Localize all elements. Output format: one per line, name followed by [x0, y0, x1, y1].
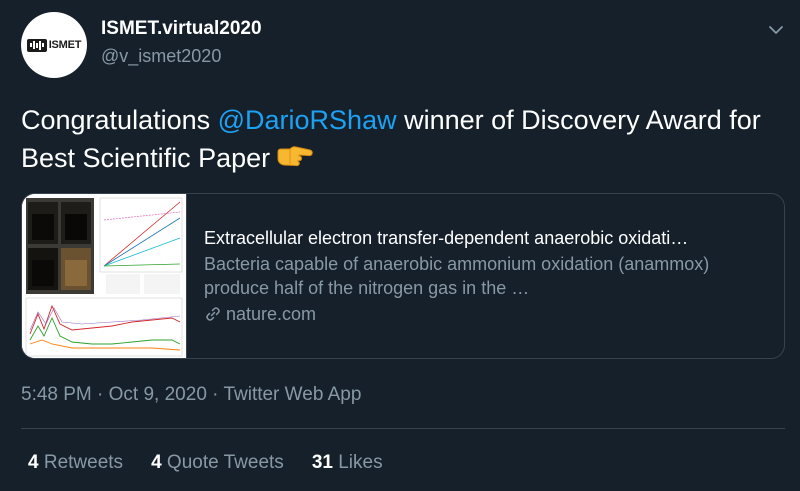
audio-wave-icon — [26, 38, 47, 52]
likes-stat[interactable]: 31 Likes — [312, 452, 383, 474]
chevron-down-icon[interactable] — [766, 20, 786, 40]
user-handle[interactable]: @v_ismet2020 — [101, 46, 221, 67]
quote-tweets-label: Quote Tweets — [161, 452, 284, 473]
tweet-date[interactable]: Oct 9, 2020 — [109, 384, 207, 405]
tweet-text: Congratulations @DarioRShaw winner of Di… — [21, 101, 781, 179]
quote-tweets-stat[interactable]: 4 Quote Tweets — [151, 452, 284, 474]
tweet-source[interactable]: Twitter Web App — [223, 384, 361, 405]
display-name[interactable]: ISMET.virtual2020 — [101, 18, 262, 40]
card-title: Extracellular electron transfer-dependen… — [204, 228, 689, 248]
divider — [21, 428, 785, 429]
retweets-count: 4 — [28, 452, 39, 473]
tweet-meta: 5:48 PM · Oct 9, 2020 · Twitter Web App — [21, 384, 361, 406]
avatar[interactable]: ISMET — [21, 12, 87, 78]
link-preview-card[interactable]: Extracellular electron transfer-dependen… — [21, 193, 785, 359]
tweet-time[interactable]: 5:48 PM — [21, 384, 92, 405]
tweet-stats: 4 Retweets 4 Quote Tweets 31 Likes — [28, 452, 383, 474]
retweets-stat[interactable]: 4 Retweets — [28, 452, 123, 474]
card-thumbnail — [22, 194, 187, 358]
link-icon — [206, 307, 220, 321]
meta-separator: · — [206, 384, 224, 405]
ismet-logo: ISMET — [26, 38, 82, 52]
card-description: Bacteria capable of anaerobic ammonium o… — [204, 254, 710, 298]
card-domain: nature.com — [204, 302, 774, 326]
quote-tweets-count: 4 — [151, 452, 162, 473]
avatar-logo-text: ISMET — [48, 39, 82, 51]
pointing-right-hand-icon — [276, 141, 314, 179]
tweet: ISMET ISMET.virtual2020 @v_ismet2020 Con… — [0, 0, 800, 491]
thumbnail-figure-image — [22, 194, 186, 358]
likes-label: Likes — [332, 452, 383, 473]
retweets-label: Retweets — [38, 452, 124, 473]
mention-link[interactable]: @DarioRShaw — [218, 105, 397, 135]
card-domain-text: nature.com — [226, 304, 317, 324]
meta-separator: · — [91, 384, 109, 405]
card-body: Extracellular electron transfer-dependen… — [204, 226, 774, 326]
likes-count: 31 — [311, 452, 333, 473]
tweet-text-start: Congratulations — [21, 105, 218, 135]
